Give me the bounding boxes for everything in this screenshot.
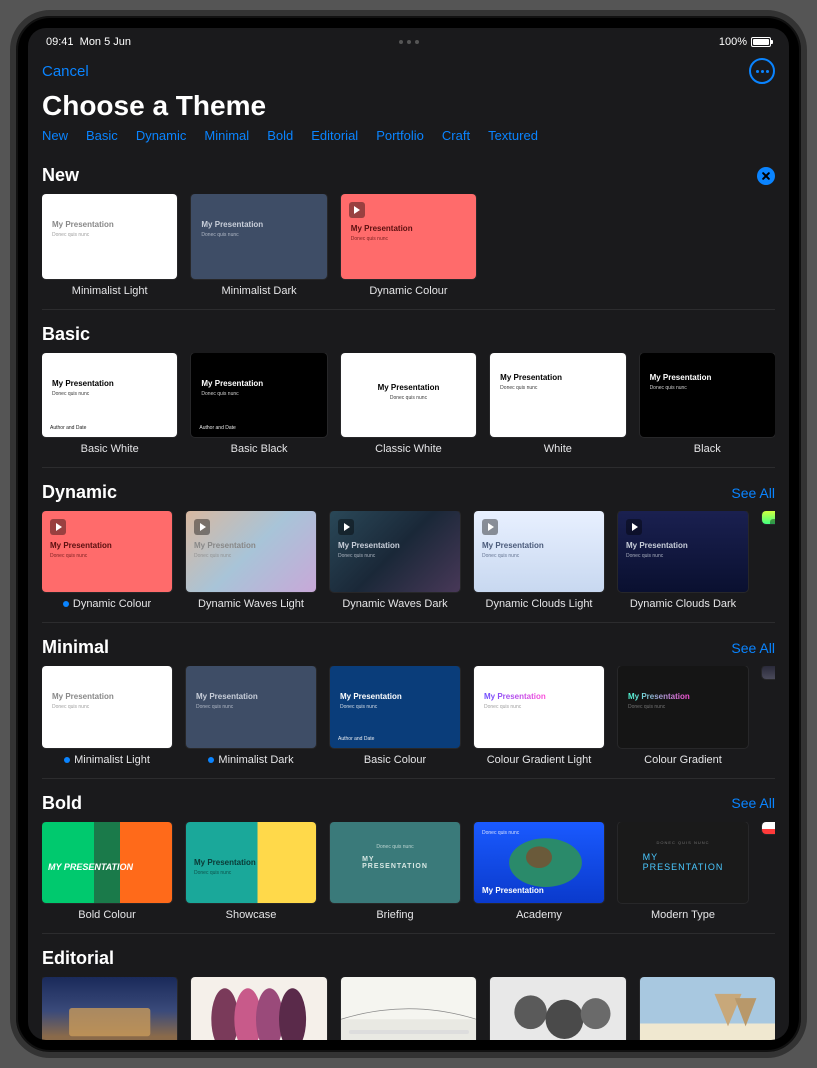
page-title: Choose a Theme xyxy=(28,86,789,128)
more-button[interactable] xyxy=(749,58,775,84)
tab-textured[interactable]: Textured xyxy=(488,128,538,143)
see-all-dynamic[interactable]: See All xyxy=(731,485,775,501)
theme-minimalist-light-2[interactable]: My Presentation Donec quis nunc Minimali… xyxy=(42,666,172,765)
category-tabs: New Basic Dynamic Minimal Bold Editorial… xyxy=(28,128,789,153)
section-heading-editorial: Editorial xyxy=(42,948,114,969)
tab-minimal[interactable]: Minimal xyxy=(204,128,249,143)
theme-briefing[interactable]: Donec quis nunc MY PRESENTATION Briefing xyxy=(330,822,460,921)
theme-feature-story[interactable]: My Presentation Feature Story xyxy=(42,977,177,1040)
theme-colour-gradient-light[interactable]: My Presentation Donec quis nunc Colour G… xyxy=(474,666,604,765)
home-indicator[interactable] xyxy=(349,1030,469,1034)
dismiss-new-icon[interactable] xyxy=(757,167,775,185)
theme-peek[interactable] xyxy=(762,666,775,765)
theme-white[interactable]: My Presentation Donec quis nunc White xyxy=(490,353,625,456)
theme-dynamic-waves-dark[interactable]: My Presentation Donec quis nunc Dynamic … xyxy=(330,511,460,610)
theme-editorial[interactable]: My Presentation Editorial xyxy=(490,977,625,1040)
theme-look-book[interactable]: Look Book xyxy=(191,977,326,1040)
theme-dynamic-colour-new[interactable]: My Presentation Donec quis nunc Dynamic … xyxy=(341,194,476,297)
section-heading-bold: Bold xyxy=(42,793,82,814)
play-icon xyxy=(194,519,210,535)
tab-bold[interactable]: Bold xyxy=(267,128,293,143)
cancel-button[interactable]: Cancel xyxy=(42,63,89,80)
section-heading-dynamic: Dynamic xyxy=(42,482,117,503)
theme-dynamic-clouds-light[interactable]: My Presentation Donec quis nunc Dynamic … xyxy=(474,511,604,610)
theme-peek[interactable] xyxy=(762,822,775,921)
tab-editorial[interactable]: Editorial xyxy=(311,128,358,143)
theme-basic-white[interactable]: My Presentation Donec quis nunc Author a… xyxy=(42,353,177,456)
theme-modern-type[interactable]: DONEC QUIS NUNC MY PRESENTATION Modern T… xyxy=(618,822,748,921)
tab-basic[interactable]: Basic xyxy=(86,128,118,143)
theme-showcase[interactable]: My Presentation Donec quis nunc Showcase xyxy=(186,822,316,921)
theme-academy[interactable]: Donec quis nunc My Presentation Academy xyxy=(474,822,604,921)
theme-classic-white[interactable]: My Presentation Donec quis nunc Classic … xyxy=(341,353,476,456)
status-bar: 09:41 Mon 5 Jun 100% xyxy=(28,28,789,50)
theme-dynamic-waves-light[interactable]: My Presentation Donec quis nunc Dynamic … xyxy=(186,511,316,610)
tab-portfolio[interactable]: Portfolio xyxy=(376,128,424,143)
section-heading-basic: Basic xyxy=(42,324,90,345)
theme-minimalist-dark[interactable]: My Presentation Donec quis nunc Minimali… xyxy=(191,194,326,297)
tab-craft[interactable]: Craft xyxy=(442,128,470,143)
see-all-bold[interactable]: See All xyxy=(731,795,775,811)
theme-dynamic-colour[interactable]: My Presentation Donec quis nunc Dynamic … xyxy=(42,511,172,610)
theme-basic-colour[interactable]: My Presentation Donec quis nunc Author a… xyxy=(330,666,460,765)
theme-basic-black[interactable]: My Presentation Donec quis nunc Author a… xyxy=(191,353,326,456)
tab-dynamic[interactable]: Dynamic xyxy=(136,128,187,143)
section-heading-new: New xyxy=(42,165,79,186)
see-all-minimal[interactable]: See All xyxy=(731,640,775,656)
theme-minimalist-light[interactable]: My Presentation Donec quis nunc Minimali… xyxy=(42,194,177,297)
new-dot-icon xyxy=(64,757,70,763)
play-icon xyxy=(770,519,775,524)
section-heading-minimal: Minimal xyxy=(42,637,109,658)
new-dot-icon xyxy=(63,601,69,607)
theme-black[interactable]: My Presentation Donec quis nunc Black xyxy=(640,353,775,456)
theme-minimalist-dark-2[interactable]: My Presentation Donec quis nunc Minimali… xyxy=(186,666,316,765)
play-icon xyxy=(626,519,642,535)
theme-colour-gradient[interactable]: My Presentation Donec quis nunc Colour G… xyxy=(618,666,748,765)
theme-bold-colour[interactable]: MY PRESENTATION Bold Colour xyxy=(42,822,172,921)
theme-cream-paper[interactable]: MY PRESENTATION Cream Paper xyxy=(640,977,775,1040)
theme-peek[interactable] xyxy=(762,511,775,610)
tab-new[interactable]: New xyxy=(42,128,68,143)
play-icon xyxy=(50,519,66,535)
new-dot-icon xyxy=(208,757,214,763)
play-icon xyxy=(338,519,354,535)
theme-dynamic-clouds-dark[interactable]: My Presentation Donec quis nunc Dynamic … xyxy=(618,511,748,610)
play-icon xyxy=(349,202,365,218)
play-icon xyxy=(482,519,498,535)
